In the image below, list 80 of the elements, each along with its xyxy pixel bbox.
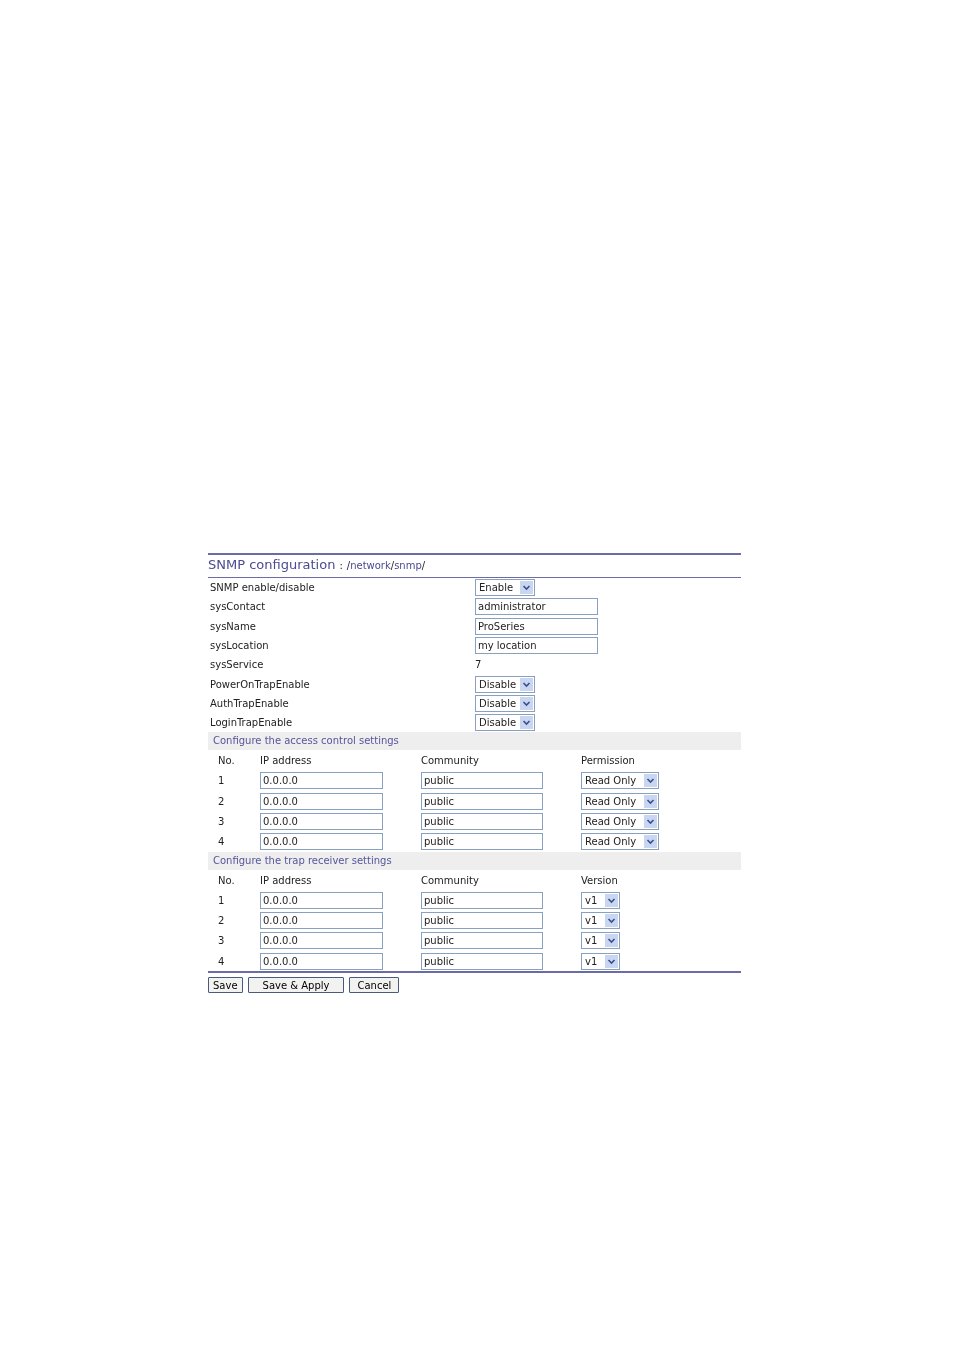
- setting-label: LoginTrapEnable: [210, 716, 294, 731]
- chevron-down-icon: [520, 581, 533, 595]
- ip-address-field[interactable]: 0.0.0.0: [260, 952, 383, 970]
- select-dropdown[interactable]: Read Only: [581, 772, 659, 790]
- section-header: Configure the trap receiver settings: [208, 851, 741, 870]
- column-header: Version: [581, 873, 618, 888]
- ip-address-field[interactable]: 0.0.0.0: [260, 772, 383, 790]
- column-header: No.: [217, 754, 236, 768]
- select-dropdown[interactable]: v1: [581, 891, 620, 909]
- row-number: 1: [217, 774, 226, 789]
- chevron-down-icon: [644, 794, 657, 808]
- text-field[interactable]: administrator: [475, 598, 598, 616]
- row-number: 1: [217, 893, 226, 908]
- setting-label: sysService: [210, 658, 265, 673]
- select-dropdown[interactable]: Disable: [475, 694, 535, 712]
- setting-label: sysLocation: [210, 639, 270, 654]
- column-header: IP address: [260, 754, 313, 768]
- column-header: No.: [217, 873, 236, 888]
- chevron-down-icon: [605, 954, 618, 968]
- ip-address-field[interactable]: 0.0.0.0: [260, 833, 383, 851]
- community-field[interactable]: public: [421, 952, 543, 970]
- chevron-down-icon: [520, 716, 533, 730]
- column-header: Permission: [581, 754, 635, 768]
- community-field[interactable]: public: [421, 932, 543, 950]
- page-title: SNMP configuration: [208, 557, 336, 572]
- row-number: 4: [217, 835, 226, 850]
- row-number: 2: [217, 794, 226, 809]
- row-number: 3: [217, 934, 226, 949]
- row-number: 2: [217, 914, 226, 929]
- select-dropdown[interactable]: Read Only: [581, 833, 659, 851]
- setting-label: sysContact: [210, 600, 267, 615]
- chevron-down-icon: [644, 835, 657, 849]
- ip-address-field[interactable]: 0.0.0.0: [260, 891, 383, 909]
- select-dropdown[interactable]: Read Only: [581, 792, 659, 810]
- setting-label: sysName: [210, 619, 257, 634]
- path-slash: /: [346, 560, 351, 571]
- community-field[interactable]: public: [421, 772, 543, 790]
- breadcrumb-link[interactable]: network: [350, 560, 391, 571]
- select-dropdown[interactable]: v1: [581, 932, 620, 950]
- setting-label: SNMP enable/disable: [210, 581, 316, 596]
- form-button[interactable]: Save: [208, 977, 243, 994]
- chevron-down-icon: [605, 893, 618, 907]
- row-number: 4: [217, 954, 226, 969]
- setting-label: PowerOnTrapEnable: [210, 677, 311, 692]
- path-separator: :: [339, 560, 343, 571]
- select-dropdown[interactable]: v1: [581, 912, 620, 930]
- select-dropdown[interactable]: Read Only: [581, 812, 659, 830]
- chevron-down-icon: [605, 914, 618, 928]
- community-field[interactable]: public: [421, 833, 543, 851]
- ip-address-field[interactable]: 0.0.0.0: [260, 812, 383, 830]
- form-button[interactable]: Save & Apply: [247, 977, 345, 994]
- setting-label: AuthTrapEnable: [210, 696, 290, 711]
- column-header: IP address: [260, 873, 313, 888]
- row-number: 3: [217, 814, 226, 829]
- text-field[interactable]: ProSeries: [475, 617, 598, 635]
- setting-value: 7: [475, 658, 482, 673]
- community-field[interactable]: public: [421, 912, 543, 930]
- chevron-down-icon: [605, 934, 618, 948]
- breadcrumb-link[interactable]: snmp: [394, 560, 422, 571]
- select-dropdown[interactable]: v1: [581, 952, 620, 970]
- ip-address-field[interactable]: 0.0.0.0: [260, 912, 383, 930]
- community-field[interactable]: public: [421, 792, 543, 810]
- chevron-down-icon: [520, 696, 533, 710]
- select-dropdown[interactable]: Disable: [475, 714, 535, 732]
- path-slash: /: [421, 560, 426, 571]
- select-dropdown[interactable]: Disable: [475, 675, 535, 693]
- column-header: Community: [421, 754, 480, 768]
- text-field[interactable]: my location: [475, 637, 598, 655]
- community-field[interactable]: public: [421, 891, 543, 909]
- form-button[interactable]: Cancel: [349, 977, 400, 994]
- chevron-down-icon: [520, 677, 533, 691]
- chevron-down-icon: [644, 814, 657, 828]
- section-header: Configure the access control settings: [208, 732, 741, 751]
- ip-address-field[interactable]: 0.0.0.0: [260, 792, 383, 810]
- column-header: Community: [421, 873, 480, 888]
- path-slash: /: [390, 560, 395, 571]
- select-dropdown[interactable]: Enable: [475, 579, 535, 597]
- ip-address-field[interactable]: 0.0.0.0: [260, 932, 383, 950]
- community-field[interactable]: public: [421, 812, 543, 830]
- chevron-down-icon: [644, 774, 657, 788]
